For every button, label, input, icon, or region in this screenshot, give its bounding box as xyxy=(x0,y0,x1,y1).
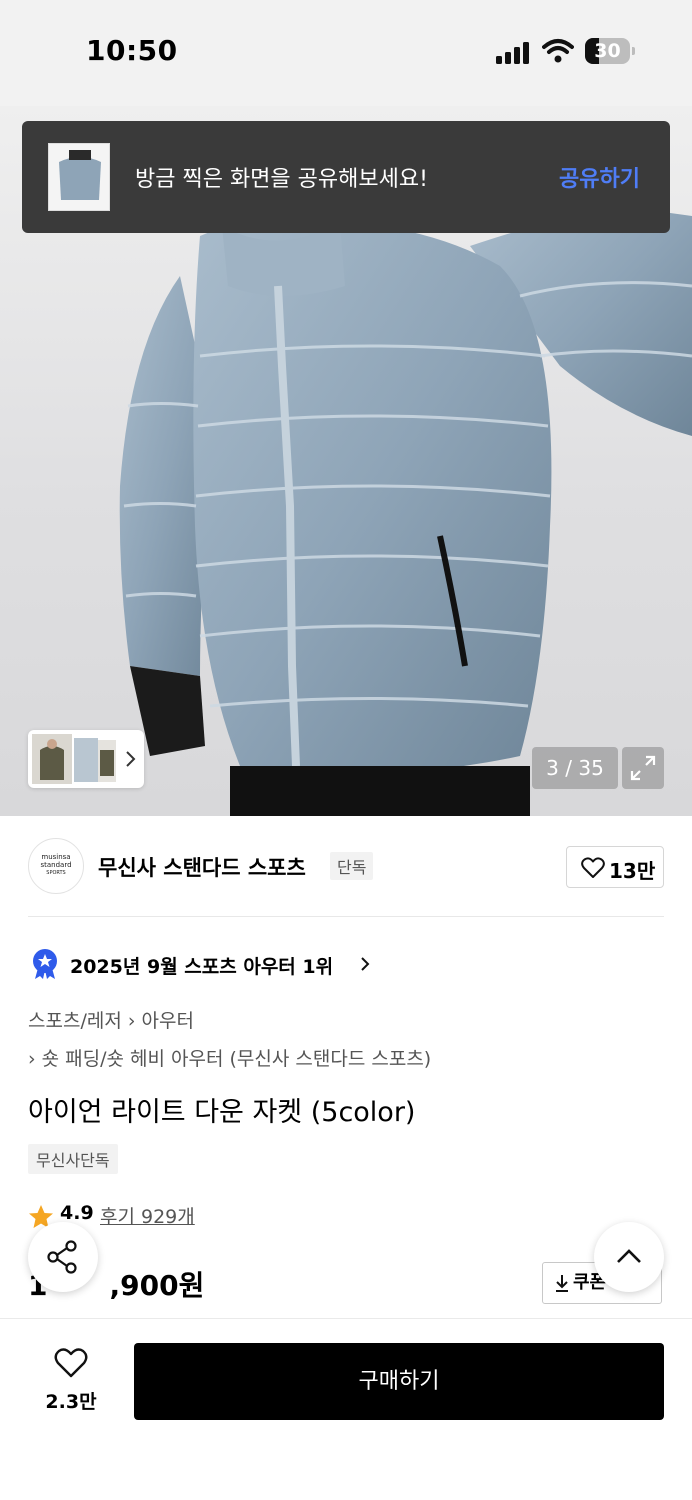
image-counter: 3 / 35 xyxy=(532,747,618,789)
color-thumbnails xyxy=(32,734,116,784)
rating-value: 4.9 xyxy=(60,1202,94,1224)
ranking-link[interactable]: 2025년 9월 스포츠 아우터 1위 xyxy=(30,948,370,980)
toast-message: 방금 찍은 화면을 공유해보세요! xyxy=(135,167,428,192)
status-time: 10:50 xyxy=(86,34,178,67)
logo-line: standard xyxy=(40,861,72,869)
brand-logo[interactable]: musinsa standard SPORTS xyxy=(28,838,84,894)
exclusive-badge: 단독 xyxy=(330,852,374,880)
battery-level: 30 xyxy=(594,40,621,62)
brand-like-button[interactable]: 13만 xyxy=(566,846,664,888)
wishlist-button[interactable]: 2.3만 xyxy=(36,1347,106,1417)
wishlist-count: 2.3만 xyxy=(45,1391,97,1413)
scroll-to-top-button[interactable] xyxy=(594,1222,664,1292)
share-toast: 방금 찍은 화면을 공유해보세요! 공유하기 xyxy=(22,121,670,233)
chevron-right-icon xyxy=(361,957,370,971)
share-action-button[interactable]: 공유하기 xyxy=(559,161,640,193)
brand-name[interactable]: 무신사 스탠다드 스포츠 xyxy=(98,852,306,882)
breadcrumb-category[interactable]: 스포츠/레저 › 아우터 xyxy=(28,1006,194,1033)
review-link[interactable]: 후기 929개 xyxy=(100,1202,195,1229)
heart-icon xyxy=(54,1348,88,1378)
chevron-up-icon xyxy=(617,1249,641,1263)
wifi-icon xyxy=(542,39,574,63)
share-icon xyxy=(47,1240,77,1274)
ranking-badge-icon xyxy=(33,949,57,979)
download-icon xyxy=(556,1275,568,1292)
share-button[interactable] xyxy=(28,1222,98,1292)
logo-line: SPORTS xyxy=(46,870,66,876)
color-thumbnail-strip[interactable] xyxy=(28,730,144,788)
logo-line: musinsa xyxy=(41,853,71,861)
product-title: 아이언 라이트 다운 자켓 (5color) xyxy=(28,1097,416,1128)
buy-button[interactable]: 구매하기 xyxy=(134,1343,664,1420)
screenshot-thumbnail[interactable] xyxy=(48,143,110,211)
expand-button[interactable] xyxy=(622,747,664,789)
musinsa-exclusive-badge: 무신사단독 xyxy=(28,1144,118,1174)
bottom-action-bar: 2.3만 구매하기 xyxy=(0,1318,692,1500)
cellular-signal-icon xyxy=(496,42,529,64)
battery-icon: 30 xyxy=(585,38,635,64)
chevron-right-icon xyxy=(126,751,136,767)
brand-like-count: 13만 xyxy=(609,859,656,883)
status-bar: 10:50 30 xyxy=(0,0,692,106)
price-remainder: ,900원 xyxy=(109,1269,205,1302)
heart-icon xyxy=(581,857,605,878)
ranking-text: 2025년 9월 스포츠 아우터 1위 xyxy=(70,956,334,978)
breadcrumb-subcategory[interactable]: › 숏 패딩/숏 헤비 아우터 (무신사 스탠다드 스포츠) xyxy=(28,1044,431,1071)
divider xyxy=(28,916,664,917)
expand-icon xyxy=(630,755,656,781)
